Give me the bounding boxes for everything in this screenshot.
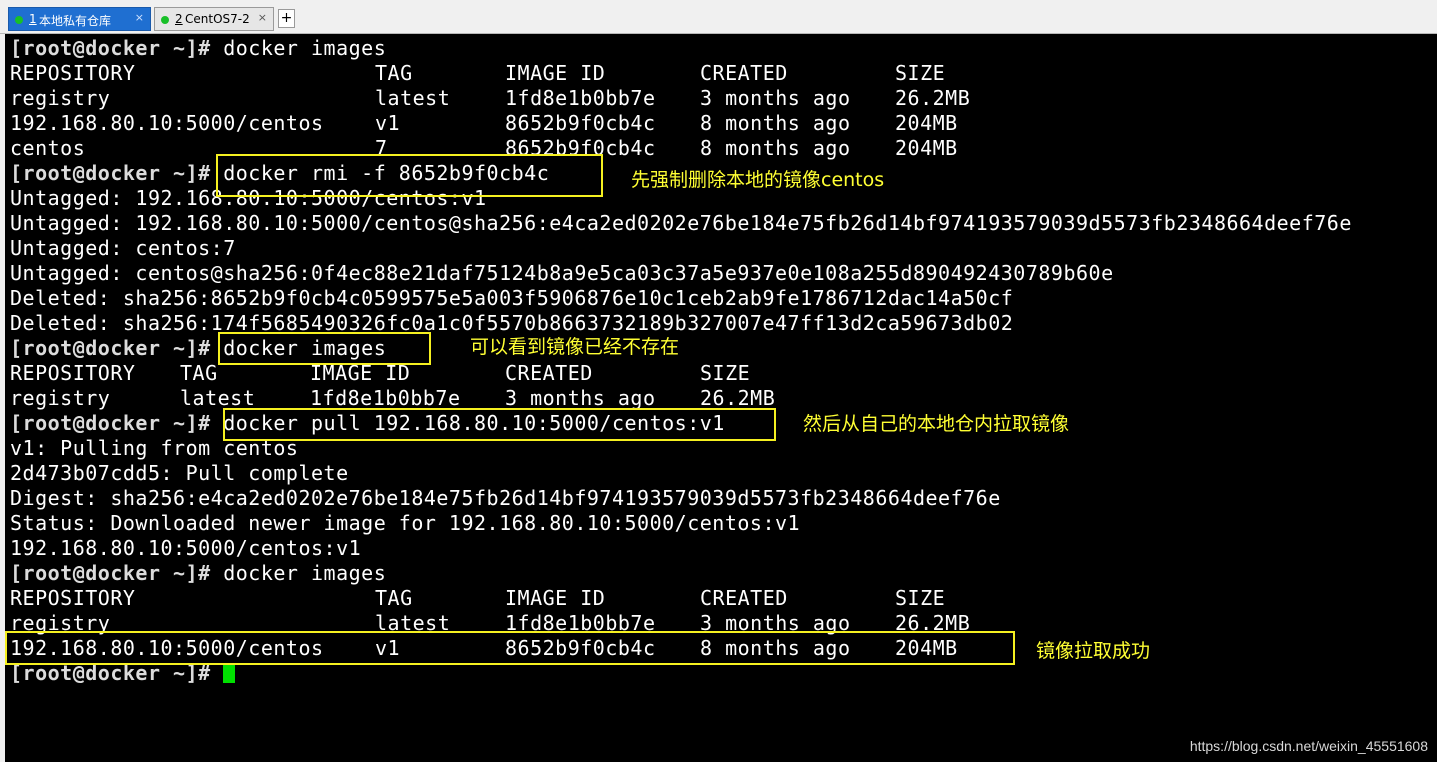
col-image-id: IMAGE ID (505, 61, 606, 85)
table-row: registry latest 1fd8e1b0bb7e 3 months ag… (10, 86, 971, 110)
close-icon[interactable]: × (135, 11, 144, 24)
tab-local-registry[interactable]: 1 本地私有仓库 × (8, 7, 151, 31)
shell-prompt: [root@docker ~]# (10, 36, 211, 60)
command-line: [root@docker ~]# docker images (10, 561, 386, 586)
col-tag: TAG (375, 586, 413, 610)
output-line: Untagged: 192.168.80.10:5000/centos@sha2… (10, 211, 1352, 235)
col-created: CREATED (505, 361, 593, 385)
col-tag: TAG (375, 61, 413, 85)
col-image-id: IMAGE ID (505, 586, 606, 610)
add-tab-button[interactable]: + (278, 9, 295, 28)
output-line: Digest: sha256:e4ca2ed0202e76be184e75fb2… (10, 486, 1001, 510)
col-created: CREATED (700, 61, 788, 85)
tab-number: 2 (175, 12, 183, 26)
watermark: https://blog.csdn.net/weixin_45551608 (1189, 738, 1428, 754)
col-size: SIZE (895, 586, 946, 610)
tab-label: CentOS7-2 (185, 12, 250, 26)
shell-prompt: [root@docker ~]# (10, 336, 211, 360)
highlight-box-result-row (5, 631, 1015, 665)
highlight-box-pull (223, 408, 776, 441)
tab-number: 1 (29, 12, 37, 26)
annotation-rmi: 先强制删除本地的镜像centos (631, 169, 885, 191)
table-header: REPOSITORY TAG IMAGE ID CREATED SIZE (10, 586, 1010, 611)
shell-prompt: [root@docker ~]# (10, 561, 211, 585)
col-repository: REPOSITORY (10, 61, 136, 85)
command-text: docker images (210, 561, 387, 585)
tab-centos7-2[interactable]: 2 CentOS7-2 × (154, 7, 274, 31)
col-repository: REPOSITORY (10, 586, 136, 610)
highlight-box-images (218, 332, 431, 365)
output-line: Deleted: sha256:174f5685490326fc0a1c0f55… (10, 311, 1014, 335)
status-dot-icon (161, 16, 169, 24)
col-size: SIZE (895, 61, 946, 85)
terminal-cursor (223, 664, 236, 683)
annotation-image-gone: 可以看到镜像已经不存在 (470, 336, 680, 358)
col-created: CREATED (700, 586, 788, 610)
command-text: docker images (210, 36, 387, 60)
output-line: Status: Downloaded newer image for 192.1… (10, 511, 801, 535)
tab-bar: 1 本地私有仓库 × 2 CentOS7-2 × + (0, 0, 1437, 34)
annotation-pull: 然后从自己的本地仓内拉取镜像 (803, 413, 1070, 435)
table-header: REPOSITORY TAG IMAGE ID CREATED SIZE (10, 61, 1010, 86)
close-icon[interactable]: × (258, 11, 267, 24)
col-repository: REPOSITORY (10, 361, 136, 385)
output-line: Untagged: centos:7 (10, 236, 236, 260)
command-line: [root@docker ~]# docker images (10, 36, 386, 61)
annotation-pull-success: 镜像拉取成功 (1036, 640, 1151, 662)
shell-prompt: [root@docker ~]# (10, 411, 211, 435)
output-line: Deleted: sha256:8652b9f0cb4c0599575e5a00… (10, 286, 1014, 310)
output-line: Untagged: centos@sha256:0f4ec88e21daf751… (10, 261, 1114, 285)
status-dot-icon (15, 16, 23, 24)
col-tag: TAG (180, 361, 218, 385)
highlight-box-rmi (216, 154, 603, 197)
terminal-output[interactable]: [root@docker ~]# docker images REPOSITOR… (5, 34, 1437, 762)
table-row: 192.168.80.10:5000/centos v1 8652b9f0cb4… (10, 111, 958, 135)
output-line: 192.168.80.10:5000/centos:v1 (10, 536, 362, 560)
col-size: SIZE (700, 361, 751, 385)
tab-label: 本地私有仓库 (39, 14, 112, 28)
shell-prompt: [root@docker ~]# (10, 161, 211, 185)
output-line: 2d473b07cdd5: Pull complete (10, 461, 349, 485)
